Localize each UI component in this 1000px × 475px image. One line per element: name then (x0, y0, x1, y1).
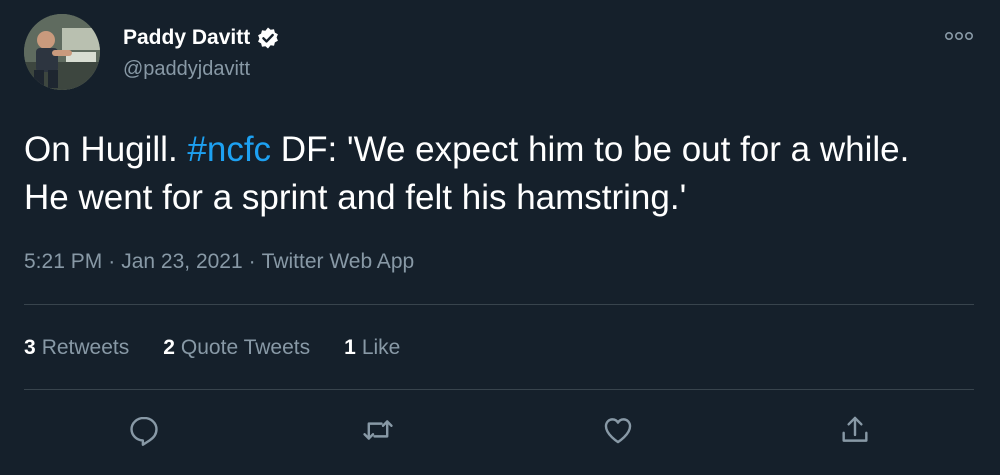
author-name[interactable]: Paddy Davitt (123, 26, 280, 50)
like-icon (604, 418, 632, 444)
retweets-label: Retweets (41, 336, 130, 359)
divider (24, 304, 974, 305)
retweet-button[interactable] (360, 412, 396, 448)
tweet-time[interactable]: 5:21 PM (24, 250, 102, 274)
likes-count: 1 (344, 336, 356, 359)
likes-label: Like (361, 336, 401, 359)
divider (24, 389, 974, 390)
avatar-photo (24, 14, 100, 90)
retweet-icon (363, 420, 393, 440)
tweet-meta: 5:21 PM · Jan 23, 2021 · Twitter Web App (24, 250, 414, 274)
retweets-stat[interactable]: 3 Retweets (24, 336, 129, 360)
verified-badge-icon (256, 26, 280, 50)
avatar[interactable] (24, 14, 100, 90)
more-options-icon[interactable] (944, 26, 974, 46)
author-name-text: Paddy Davitt (123, 26, 251, 49)
meta-separator: · (248, 250, 256, 273)
engagement-stats: 3 Retweets 2 Quote Tweets 1 Like (24, 336, 434, 360)
likes-stat[interactable]: 1 Like (344, 336, 400, 360)
tweet-source[interactable]: Twitter Web App (262, 250, 415, 274)
tweet-text: On Hugill. #ncfc DF: 'We expect him to b… (24, 126, 924, 222)
quote-tweets-label: Quote Tweets (180, 336, 311, 359)
tweet-card: Paddy Davitt @paddyjdavitt On Hugill. #n… (0, 0, 1000, 475)
author-handle[interactable]: @paddyjdavitt (123, 58, 250, 81)
share-button[interactable] (837, 412, 873, 448)
tweet-text-start: On Hugill. (24, 130, 188, 169)
reply-icon (130, 416, 158, 446)
tweet-date[interactable]: Jan 23, 2021 (121, 250, 242, 274)
like-button[interactable] (600, 412, 636, 448)
quote-tweets-stat[interactable]: 2 Quote Tweets (163, 336, 310, 360)
reply-button[interactable] (126, 412, 162, 448)
meta-separator: · (108, 250, 116, 273)
share-icon (842, 416, 868, 442)
quote-tweets-count: 2 (163, 336, 175, 359)
retweets-count: 3 (24, 336, 36, 359)
hashtag-link[interactable]: #ncfc (187, 130, 271, 169)
